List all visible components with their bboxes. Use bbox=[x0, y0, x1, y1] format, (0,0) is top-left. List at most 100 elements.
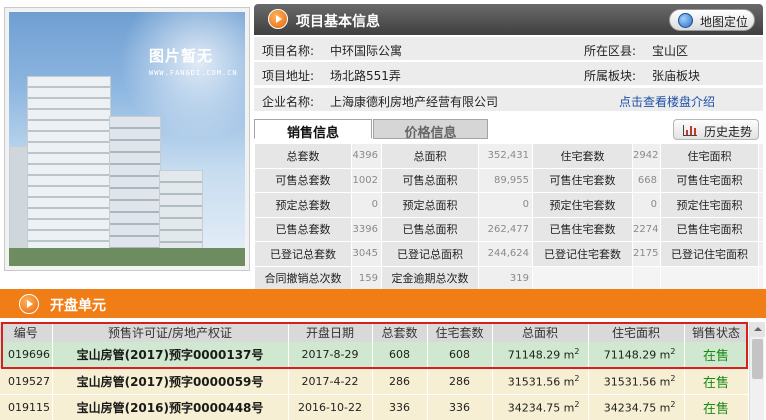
sales-row: 可售总套数1002可售总面积89,955可售住宅套数668可售住宅面积78,77… bbox=[254, 167, 763, 193]
unit-row[interactable]: 019696 宝山房管(2017)预字0000137号 2017-8-29 608 60… bbox=[0, 342, 749, 369]
sales-metric-value: 4396 bbox=[351, 143, 382, 169]
sales-metric-value: 2175 bbox=[632, 241, 661, 267]
sales-metric-label: 预定住宅面积 bbox=[660, 192, 759, 218]
sales-metric-label: 已售总面积 bbox=[381, 216, 479, 242]
total-area: 34234.75 m2 bbox=[492, 394, 589, 420]
sales-metric-label: 已登记住宅面积 bbox=[660, 241, 759, 267]
sales-metric-value: 231,785 bbox=[758, 216, 763, 242]
residential-area: 34234.75 m2 bbox=[588, 394, 685, 420]
photo-building bbox=[109, 116, 161, 266]
info-label: 项目名称: bbox=[262, 44, 315, 58]
sales-metric-label: 住宅面积 bbox=[660, 143, 759, 169]
sales-metric-value: 262,477 bbox=[478, 216, 533, 242]
history-trend-button[interactable]: 历史走势 bbox=[673, 119, 759, 140]
column-header: 住宅面积 bbox=[588, 322, 685, 342]
unit-id: 019696 bbox=[0, 342, 53, 369]
sale-status[interactable]: 在售 bbox=[684, 394, 749, 420]
project-photo: 图片暂无 WWW.FANGDI.COM.CN bbox=[9, 12, 245, 266]
column-header: 总面积 bbox=[492, 322, 589, 342]
info-row-name: 项目名称: 中环国际公寓 所在区县: 宝山区 bbox=[254, 37, 763, 61]
tab-price-info[interactable]: 价格信息 bbox=[373, 119, 488, 141]
sales-metric-label: 预定住宅套数 bbox=[532, 192, 633, 218]
sales-metric-label: 可售总套数 bbox=[254, 167, 352, 193]
sales-metric-label: 预定总面积 bbox=[381, 192, 479, 218]
area-unit-superscript: 2 bbox=[670, 347, 676, 357]
no-image-text: 图片暂无 bbox=[149, 47, 214, 65]
sales-metric-label: 定金逾期总次数 bbox=[381, 265, 479, 291]
scroll-thumb[interactable] bbox=[752, 339, 763, 379]
sales-metric-value: 0 bbox=[632, 192, 661, 218]
presale-permit: 宝山房管(2017)预字0000137号 bbox=[52, 342, 289, 369]
info-label: 企业名称: bbox=[262, 95, 315, 109]
sales-metric-label: 可售住宅套数 bbox=[532, 167, 633, 193]
sales-metric-label: 总面积 bbox=[381, 143, 479, 169]
sales-metric-value: 319 bbox=[478, 265, 533, 291]
sales-metric-value: 0 bbox=[758, 192, 763, 218]
address-value: 场北路551弄 bbox=[330, 69, 401, 83]
sales-row: 已售总套数3396已售总面积262,477已售住宅套数2274已售住宅面积231… bbox=[254, 216, 763, 242]
info-label: 项目地址: bbox=[262, 69, 315, 83]
sales-metric-value: 3045 bbox=[351, 241, 382, 267]
history-trend-label: 历史走势 bbox=[704, 125, 753, 139]
total-units: 608 bbox=[372, 342, 428, 369]
sales-metric-value: 89,955 bbox=[478, 167, 533, 193]
sales-info-grid: 总套数4396总面积352,431住宅套数2942住宅面积310,580可售总套… bbox=[254, 143, 763, 291]
sales-metric-value: 159 bbox=[351, 265, 382, 291]
unit-row[interactable]: 019527 宝山房管(2017)预字0000059号 2017-4-22 286 28… bbox=[0, 368, 749, 395]
sales-metric-label: 预定总套数 bbox=[254, 192, 352, 218]
tab-sales-info[interactable]: 销售信息 bbox=[254, 119, 372, 141]
residential-units: 608 bbox=[427, 342, 493, 369]
vertical-scrollbar[interactable] bbox=[749, 322, 765, 420]
sales-metric-label: 已登记住宅套数 bbox=[532, 241, 633, 267]
sales-metric-label: 可售住宅面积 bbox=[660, 167, 759, 193]
sales-metric-label: 已售住宅套数 bbox=[532, 216, 633, 242]
column-header: 住宅套数 bbox=[427, 322, 493, 342]
sale-status[interactable]: 在售 bbox=[684, 368, 749, 395]
sales-row: 已登记总套数 3045 已登记总面积 244,624 已登记住宅套数 2175 已登记住宅面… bbox=[254, 241, 763, 267]
info-row-address: 项目地址: 场北路551弄 所属板块: 张庙板块 bbox=[254, 62, 763, 86]
opening-units-header: 开盘单元 bbox=[0, 289, 766, 318]
sales-metric-label: 已登记总套数 bbox=[254, 241, 352, 267]
area-unit-superscript: 2 bbox=[670, 373, 676, 383]
area-unit-superscript: 2 bbox=[574, 347, 580, 357]
residential-area: 31531.56 m2 bbox=[588, 368, 685, 395]
sales-metric-label bbox=[532, 265, 633, 291]
project-name-value: 中环国际公寓 bbox=[330, 44, 403, 58]
presale-permit: 宝山房管(2016)预字0000448号 bbox=[52, 394, 289, 420]
sales-row: 总套数4396总面积352,431住宅套数2942住宅面积310,580 bbox=[254, 143, 763, 169]
column-header: 总套数 bbox=[372, 322, 428, 342]
sale-status[interactable]: 在售 bbox=[684, 342, 749, 369]
sales-metric-value: 78,775 bbox=[758, 167, 763, 193]
unit-row[interactable]: 019115 宝山房管(2016)预字0000448号 2016-10-22 336 3… bbox=[0, 394, 749, 420]
map-locate-button[interactable]: 地图定位 bbox=[669, 9, 755, 31]
open-date: 2017-8-29 bbox=[288, 342, 373, 369]
info-label: 所在区县: bbox=[584, 44, 637, 58]
area-value: 34234.75 m bbox=[507, 401, 575, 415]
presale-permit: 宝山房管(2017)预字0000059号 bbox=[52, 368, 289, 395]
bar-chart-icon bbox=[683, 125, 697, 136]
photo-trees bbox=[9, 248, 245, 266]
district-value: 宝山区 bbox=[652, 44, 689, 58]
total-area: 71148.29 m2 bbox=[492, 342, 589, 369]
sales-row: 预定总套数0预定总面积0预定住宅套数0预定住宅面积0 bbox=[254, 192, 763, 218]
arrow-circle-icon bbox=[19, 294, 39, 314]
sales-metric-label: 总套数 bbox=[254, 143, 352, 169]
area-unit-superscript: 2 bbox=[670, 399, 676, 409]
column-header: 预售许可证/房地产权证 bbox=[52, 322, 289, 342]
globe-icon bbox=[678, 13, 693, 28]
area-unit-superscript: 2 bbox=[574, 373, 580, 383]
sales-metric-label: 住宅套数 bbox=[532, 143, 633, 169]
total-units: 286 bbox=[372, 368, 428, 395]
unit-id: 019115 bbox=[0, 394, 53, 420]
sales-metric-value: 220,792 bbox=[758, 241, 763, 267]
sales-metric-value: 1002 bbox=[351, 167, 382, 193]
sales-metric-label: 可售总面积 bbox=[381, 167, 479, 193]
sales-metric-value: 2274 bbox=[632, 216, 661, 242]
scroll-up-arrow-icon[interactable] bbox=[750, 322, 765, 337]
info-row-company: 企业名称: 上海康德利房地产经营有限公司 点击查看楼盘介绍 bbox=[254, 88, 763, 112]
residential-area: 71148.29 m2 bbox=[588, 342, 685, 369]
total-units: 336 bbox=[372, 394, 428, 420]
view-intro-link[interactable]: 点击查看楼盘介绍 bbox=[619, 93, 715, 110]
sales-metric-value bbox=[758, 265, 763, 291]
project-photo-frame: 图片暂无 WWW.FANGDI.COM.CN bbox=[4, 7, 250, 271]
